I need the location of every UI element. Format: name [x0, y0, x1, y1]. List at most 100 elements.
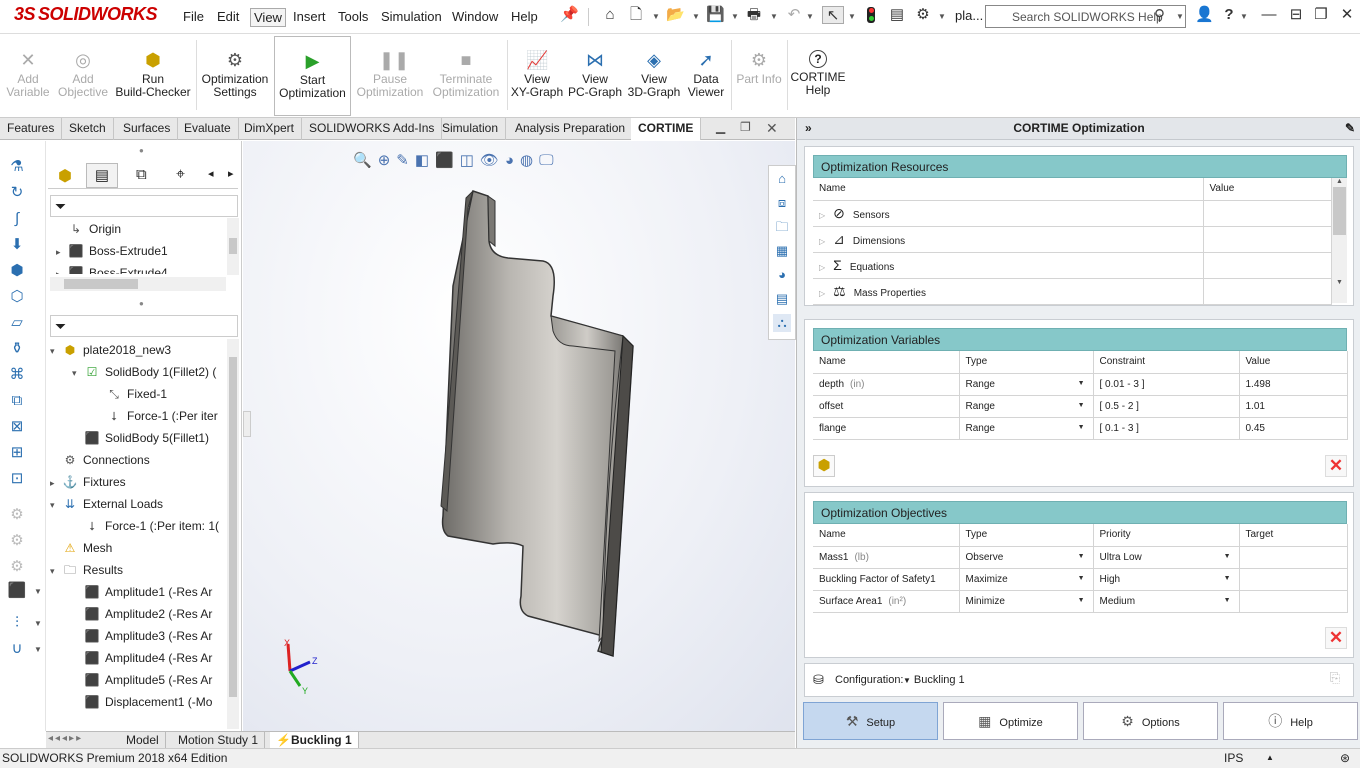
tab-simulation[interactable]: Simulation [435, 118, 507, 140]
chevron-down-icon[interactable]: ▼ [848, 12, 856, 21]
value-field[interactable]: 1.498 [1239, 373, 1348, 396]
tree-item-fixed1[interactable]: ⤡ Fixed-1 [50, 383, 226, 405]
zoom-to-fit-icon[interactable]: 🔍 [353, 152, 378, 169]
help-button[interactable]: ⓘ Help [1223, 702, 1358, 740]
pin-icon[interactable]: 📌 [560, 6, 579, 24]
chevron-down-icon[interactable]: ▼ [1224, 597, 1231, 604]
design-library-icon[interactable]: ⧈ [773, 194, 791, 212]
chevron-up-icon[interactable]: ▲ [1266, 749, 1274, 767]
restore-icon[interactable]: ❐ [1312, 6, 1330, 24]
view-3d-graph-button[interactable]: ◈ View 3D-Graph [626, 34, 682, 116]
tab-sketch[interactable]: Sketch [62, 118, 114, 140]
chevron-down-icon[interactable]: ▼ [34, 645, 42, 654]
splitter-handle[interactable]: ● [139, 299, 144, 308]
previous-view-icon[interactable]: ✎ [396, 152, 415, 169]
view-pc-graph-button[interactable]: ⋈ View PC-Graph [567, 34, 623, 116]
property-manager-tab-icon[interactable]: ▤ [86, 163, 118, 188]
tab-solidworks-add-ins[interactable]: SOLIDWORKS Add-Ins [302, 118, 443, 140]
apply-scene-icon[interactable]: ◍ [520, 152, 539, 169]
tab-features[interactable]: Features [0, 118, 63, 140]
tree-item-force1[interactable]: ⭣ Force-1 (:Per iter [50, 405, 226, 427]
chevron-down-icon[interactable]: ▼ [1078, 553, 1085, 560]
resource-row-sensors[interactable]: ▷ ⊘ Sensors [813, 200, 1332, 227]
tree-item-mesh[interactable]: ⚠ Mesh [50, 537, 226, 559]
variable-row-flange[interactable]: flange Range ▼ [ 0.1 - 3 ] 0.45 [813, 417, 1348, 440]
chevron-down-icon[interactable]: ▼ [34, 587, 42, 596]
priority-select[interactable]: High ▼ [1093, 568, 1240, 591]
type-select[interactable]: Range ▼ [959, 417, 1094, 440]
tree-item-force1-load[interactable]: ⭣ Force-1 (:Per item: 1( [50, 515, 226, 537]
chevron-down-icon[interactable]: ▼ [1224, 575, 1231, 582]
new-document-icon[interactable]: 🗋 [627, 6, 645, 24]
feature-filter-box[interactable]: ⏷ [50, 195, 238, 217]
scroll-left-icon[interactable]: ◂ [208, 167, 214, 180]
tree-item-external-loads[interactable]: ▾ ⇊ External Loads [50, 493, 226, 515]
chevron-down-icon[interactable]: ▼ [652, 12, 660, 21]
view-xy-graph-button[interactable]: 📈 View XY-Graph [510, 34, 564, 116]
type-select[interactable]: Minimize ▼ [959, 590, 1094, 613]
constraint-field[interactable]: [ 0.01 - 3 ] [1093, 373, 1240, 396]
expand-panel-icon[interactable]: » [805, 118, 812, 139]
pin-icon[interactable]: ✎ [1345, 118, 1355, 139]
minimize-icon[interactable]: ▁ [716, 120, 725, 134]
menu-edit[interactable]: Edit [214, 8, 242, 25]
tree-item-amplitude5[interactable]: ⬛ Amplitude5 (-Res Ar [50, 669, 226, 691]
home-icon[interactable]: ⌂ [773, 170, 791, 188]
delete-result-icon[interactable]: ⊠ [6, 417, 28, 437]
menu-help[interactable]: Help [508, 8, 541, 25]
simulation-tree-scrollbar[interactable] [227, 339, 239, 729]
tree-item-displacement1[interactable]: ⬛ Displacement1 (-Mo [50, 691, 226, 713]
resource-row-equations[interactable]: ▷ Σ Equations [813, 252, 1332, 279]
tab-evaluate[interactable]: Evaluate [177, 118, 239, 140]
resource-row-mass-properties[interactable]: ▷ ⚖ Mass Properties [813, 278, 1332, 305]
view-orientation-icon[interactable]: ⬛ [435, 152, 460, 169]
expand-icon[interactable]: ▷ [819, 289, 825, 298]
part-tool-icon[interactable]: ⬛ [6, 581, 28, 601]
view-settings-icon[interactable]: 🖵 [539, 152, 559, 169]
tab-motion-study-1[interactable]: Motion Study 1 [172, 732, 266, 749]
chevron-down-icon[interactable]: ▼ [1240, 12, 1248, 21]
objective-row-mass1[interactable]: Mass1 (lb) Observe ▼ Ultra Low ▼ [813, 546, 1348, 569]
configuration-select[interactable]: ▼ Buckling 1 [903, 674, 965, 686]
menu-simulation[interactable]: Simulation [378, 8, 445, 25]
design-check-icon[interactable]: ⊡ [6, 469, 28, 489]
help-icon[interactable]: ? [1220, 6, 1238, 24]
variable-row-offset[interactable]: offset Range ▼ [ 0.5 - 2 ] 1.01 [813, 395, 1348, 418]
chevron-down-icon[interactable]: ▼ [1078, 424, 1085, 431]
tab-buckling-1[interactable]: ⚡Buckling 1 [270, 732, 359, 749]
constraint-field[interactable]: [ 0.5 - 2 ] [1093, 395, 1240, 418]
chevron-down-icon[interactable]: ▼ [1224, 553, 1231, 560]
connection-tool-icon[interactable]: ⬢ [6, 261, 28, 281]
part-info-button[interactable]: ⚙ Part Info [734, 34, 784, 116]
dimxpert-manager-tab-icon[interactable]: ⌖ [176, 166, 185, 184]
search-icon[interactable]: ⚲ [1154, 6, 1165, 24]
target-field[interactable] [1239, 590, 1348, 613]
minimize-icon[interactable]: — [1260, 6, 1278, 24]
optimization-settings-button[interactable]: ⚙ Optimization Settings [199, 34, 271, 116]
scrollbar-thumb[interactable] [1333, 187, 1346, 235]
tree-item-origin[interactable]: ↳ Origin [56, 218, 226, 240]
constraint-field[interactable]: [ 0.1 - 3 ] [1093, 417, 1240, 440]
gear-icon[interactable]: ⚙ [914, 6, 932, 24]
resources-scrollbar[interactable]: ▲ ▼ [1332, 178, 1347, 303]
user-icon[interactable]: 👤 [1195, 6, 1214, 24]
variable-row-depth[interactable]: depth (in) Range ▼ [ 0.01 - 3 ] 1.498 [813, 373, 1348, 396]
probe-tool-icon[interactable]: ⫶ [6, 613, 28, 633]
terminate-optimization-button[interactable]: ■ Terminate Optimization [429, 34, 503, 116]
expand-icon[interactable]: ▷ [819, 211, 825, 220]
tree-item-amplitude1[interactable]: ⬛ Amplitude1 (-Res Ar [50, 581, 226, 603]
menu-file[interactable]: File [180, 8, 207, 25]
tab-surfaces[interactable]: Surfaces [116, 118, 179, 140]
data-viewer-button[interactable]: ➚ Data Viewer [684, 34, 728, 116]
menu-insert[interactable]: Insert [290, 8, 329, 25]
close-icon[interactable]: ✕ [1338, 6, 1356, 24]
chevron-down-icon[interactable]: ▼ [34, 619, 42, 628]
hide-show-icon[interactable]: 👁 [480, 152, 505, 169]
restore-icon[interactable]: ❐ [740, 120, 751, 134]
target-field[interactable] [1239, 546, 1348, 569]
plane-tool-icon[interactable]: ▱ [6, 313, 28, 333]
zoom-to-area-icon[interactable]: ⊕ [378, 152, 397, 169]
expand-icon[interactable]: ▷ [819, 237, 825, 246]
type-select[interactable]: Range ▼ [959, 395, 1094, 418]
report-tool-icon[interactable]: ⊞ [6, 443, 28, 463]
